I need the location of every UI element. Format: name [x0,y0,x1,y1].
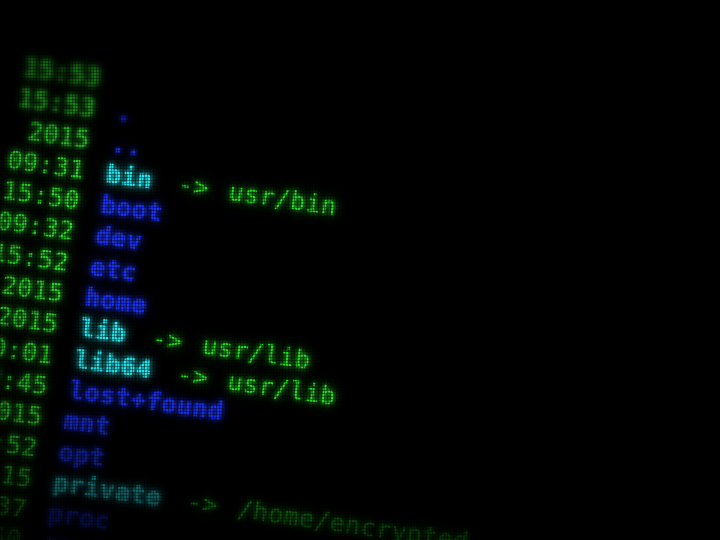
symlink-arrow-icon: -> [184,487,221,521]
directory-listing: Sep15:531.Sep15:53.0.Sep2015..19.Sep09:3… [0,0,720,540]
column-gap [103,62,125,65]
symlink-arrow-icon: -> [175,169,212,203]
file-name: .. [109,128,145,162]
symlink-arrow-icon: -> [149,323,186,357]
terminal-photo: Sep15:531.Sep15:53.0.Sep2015..19.Sep09:3… [0,0,720,540]
symlink-arrow-icon: -> [175,359,211,393]
file-name: . [114,97,135,129]
monitor-screen-plane: Sep15:531.Sep15:53.0.Sep2015..19.Sep09:3… [0,0,720,540]
